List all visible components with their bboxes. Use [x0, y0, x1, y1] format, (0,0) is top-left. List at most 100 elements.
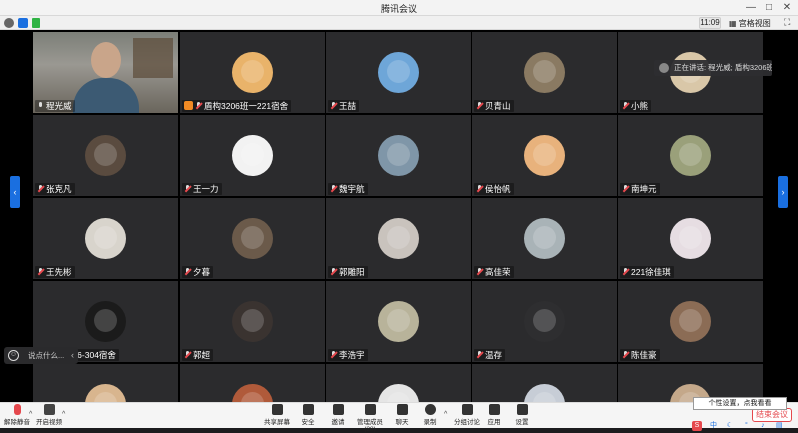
- shield-icon[interactable]: [18, 18, 28, 28]
- chevron-up-icon[interactable]: ^: [62, 411, 65, 418]
- mic-muted-icon: [184, 268, 192, 276]
- participant-tile[interactable]: 魏宇航: [326, 115, 471, 196]
- window-title: 腾讯会议: [380, 4, 417, 14]
- participant-tile[interactable]: 侯怡帆: [472, 115, 617, 196]
- start-video-label: 开启视频: [36, 419, 62, 426]
- record-icon: [424, 404, 436, 415]
- manage-members-button[interactable]: 管理成员(28): [352, 404, 388, 433]
- participant-name-tag: 小熊: [620, 100, 652, 112]
- mic-muted-icon: [330, 102, 338, 110]
- mic-muted-icon: [195, 102, 203, 110]
- breakout-button[interactable]: 分组讨论: [454, 404, 480, 426]
- participant-avatar: [232, 135, 273, 176]
- participant-tile[interactable]: 陈佳豪: [618, 281, 763, 362]
- participant-tile[interactable]: [472, 364, 617, 402]
- participant-tile[interactable]: 李浩宇: [326, 281, 471, 362]
- security-label: 安全: [301, 419, 315, 426]
- grid-view-toggle[interactable]: ▦ 宫格视图: [729, 18, 771, 29]
- moon-icon[interactable]: ☾: [725, 421, 735, 431]
- system-tray: S 中 ☾ ° ♪ ▤: [692, 414, 786, 431]
- participant-name-tag: 盾构3206班一221宿舍: [182, 100, 292, 112]
- mic-muted-icon: [476, 102, 484, 110]
- participant-tile[interactable]: 王先彬: [33, 198, 178, 279]
- apps-label: 应用: [487, 419, 501, 426]
- participant-tile[interactable]: [33, 364, 178, 402]
- participant-name: 侯怡帆: [485, 184, 511, 194]
- minimize-icon[interactable]: —: [744, 1, 758, 14]
- keyboard-icon[interactable]: ▤: [774, 421, 784, 431]
- chat-button[interactable]: 聊天: [394, 404, 410, 426]
- chat-quick-input[interactable]: ☺ 说点什么... ‹: [4, 347, 78, 364]
- participant-name-tag: 魏宇航: [328, 183, 368, 195]
- participant-name: 程光威: [46, 101, 72, 111]
- participant-tile[interactable]: 盾构3206班一221宿舍: [180, 32, 325, 113]
- start-video-button[interactable]: 开启视频: [36, 404, 62, 426]
- chevron-left-icon[interactable]: ‹: [71, 347, 74, 364]
- participant-tile[interactable]: [326, 364, 471, 402]
- record-button[interactable]: 录制: [422, 404, 438, 426]
- participant-tile[interactable]: 郭雕阳: [326, 198, 471, 279]
- participant-avatar: [378, 301, 419, 342]
- participant-tile[interactable]: 南坤元: [618, 115, 763, 196]
- participant-avatar: [378, 384, 419, 402]
- chevron-up-icon[interactable]: ^: [444, 411, 447, 418]
- participant-name: 张克凡: [46, 184, 72, 194]
- prev-page-button[interactable]: ‹: [10, 176, 20, 208]
- share-label: 共享屏幕: [264, 419, 290, 426]
- punctuation-icon[interactable]: °: [741, 421, 751, 431]
- chat-label: 聊天: [395, 419, 409, 426]
- participant-name-tag: 夕暮: [182, 266, 214, 278]
- participant-tile[interactable]: 王一力: [180, 115, 325, 196]
- signal-icon[interactable]: [32, 18, 40, 28]
- participant-avatar: [524, 384, 565, 402]
- maximize-icon[interactable]: □: [762, 1, 776, 14]
- meeting-clock: 11:09: [699, 17, 721, 29]
- participant-avatar: [524, 218, 565, 259]
- speaker-avatar-icon: [659, 63, 669, 73]
- close-icon[interactable]: ✕: [780, 1, 794, 14]
- participant-avatar: [524, 301, 565, 342]
- gear-icon: [516, 404, 528, 415]
- participant-avatar: [670, 135, 711, 176]
- participant-tile[interactable]: 王喆: [326, 32, 471, 113]
- mic-muted-icon: [13, 404, 21, 415]
- participant-tile[interactable]: 贝青山: [472, 32, 617, 113]
- sogou-icon[interactable]: S: [692, 421, 702, 431]
- participant-tile[interactable]: 夕暮: [180, 198, 325, 279]
- speaking-indicator: 正在讲话: 程光威; 盾构3206班...: [654, 60, 772, 76]
- participant-tile[interactable]: 221徐佳琪: [618, 198, 763, 279]
- participant-avatar: [670, 218, 711, 259]
- participant-tile[interactable]: 郭超: [180, 281, 325, 362]
- participant-tile[interactable]: 张克凡: [33, 115, 178, 196]
- share-screen-button[interactable]: 共享屏幕: [264, 404, 290, 426]
- ime-icon[interactable]: 中: [708, 421, 718, 431]
- unmute-button[interactable]: 解除静音: [4, 404, 30, 426]
- unmute-label: 解除静音: [4, 419, 30, 426]
- chat-icon: [396, 404, 408, 415]
- invite-button[interactable]: 邀请: [328, 404, 348, 426]
- participant-avatar: [232, 218, 273, 259]
- participant-name: 小熊: [631, 101, 649, 111]
- participant-name: 温存: [485, 350, 503, 360]
- participant-name: 南坤元: [631, 184, 657, 194]
- personalize-tooltip: 个性设置，点我看看: [693, 397, 787, 410]
- next-page-button[interactable]: ›: [778, 176, 788, 208]
- apps-button[interactable]: 应用: [486, 404, 502, 426]
- participant-tile[interactable]: 温存: [472, 281, 617, 362]
- settings-button[interactable]: 设置: [514, 404, 530, 426]
- chevron-up-icon[interactable]: ^: [29, 411, 32, 418]
- participant-name: 高佳荣: [485, 267, 511, 277]
- participant-tile[interactable]: 程光威: [33, 32, 178, 113]
- mic-muted-icon: [622, 185, 630, 193]
- participant-tile[interactable]: 高佳荣: [472, 198, 617, 279]
- info-icon[interactable]: [4, 18, 14, 28]
- security-button[interactable]: 安全: [298, 404, 318, 426]
- video-grid: 程光威 盾构3206班一221宿舍 王喆 贝青山 小熊张克凡 王一力 魏宇航 侯怡帆 南坤元王先…: [0, 30, 798, 402]
- participant-name: 王先彬: [46, 267, 72, 277]
- participant-tile[interactable]: [180, 364, 325, 402]
- voice-icon[interactable]: ♪: [758, 421, 768, 431]
- participant-avatar: [378, 218, 419, 259]
- fullscreen-icon[interactable]: ⛶: [784, 17, 790, 28]
- mic-muted-icon: [476, 185, 484, 193]
- participant-avatar: [85, 384, 126, 402]
